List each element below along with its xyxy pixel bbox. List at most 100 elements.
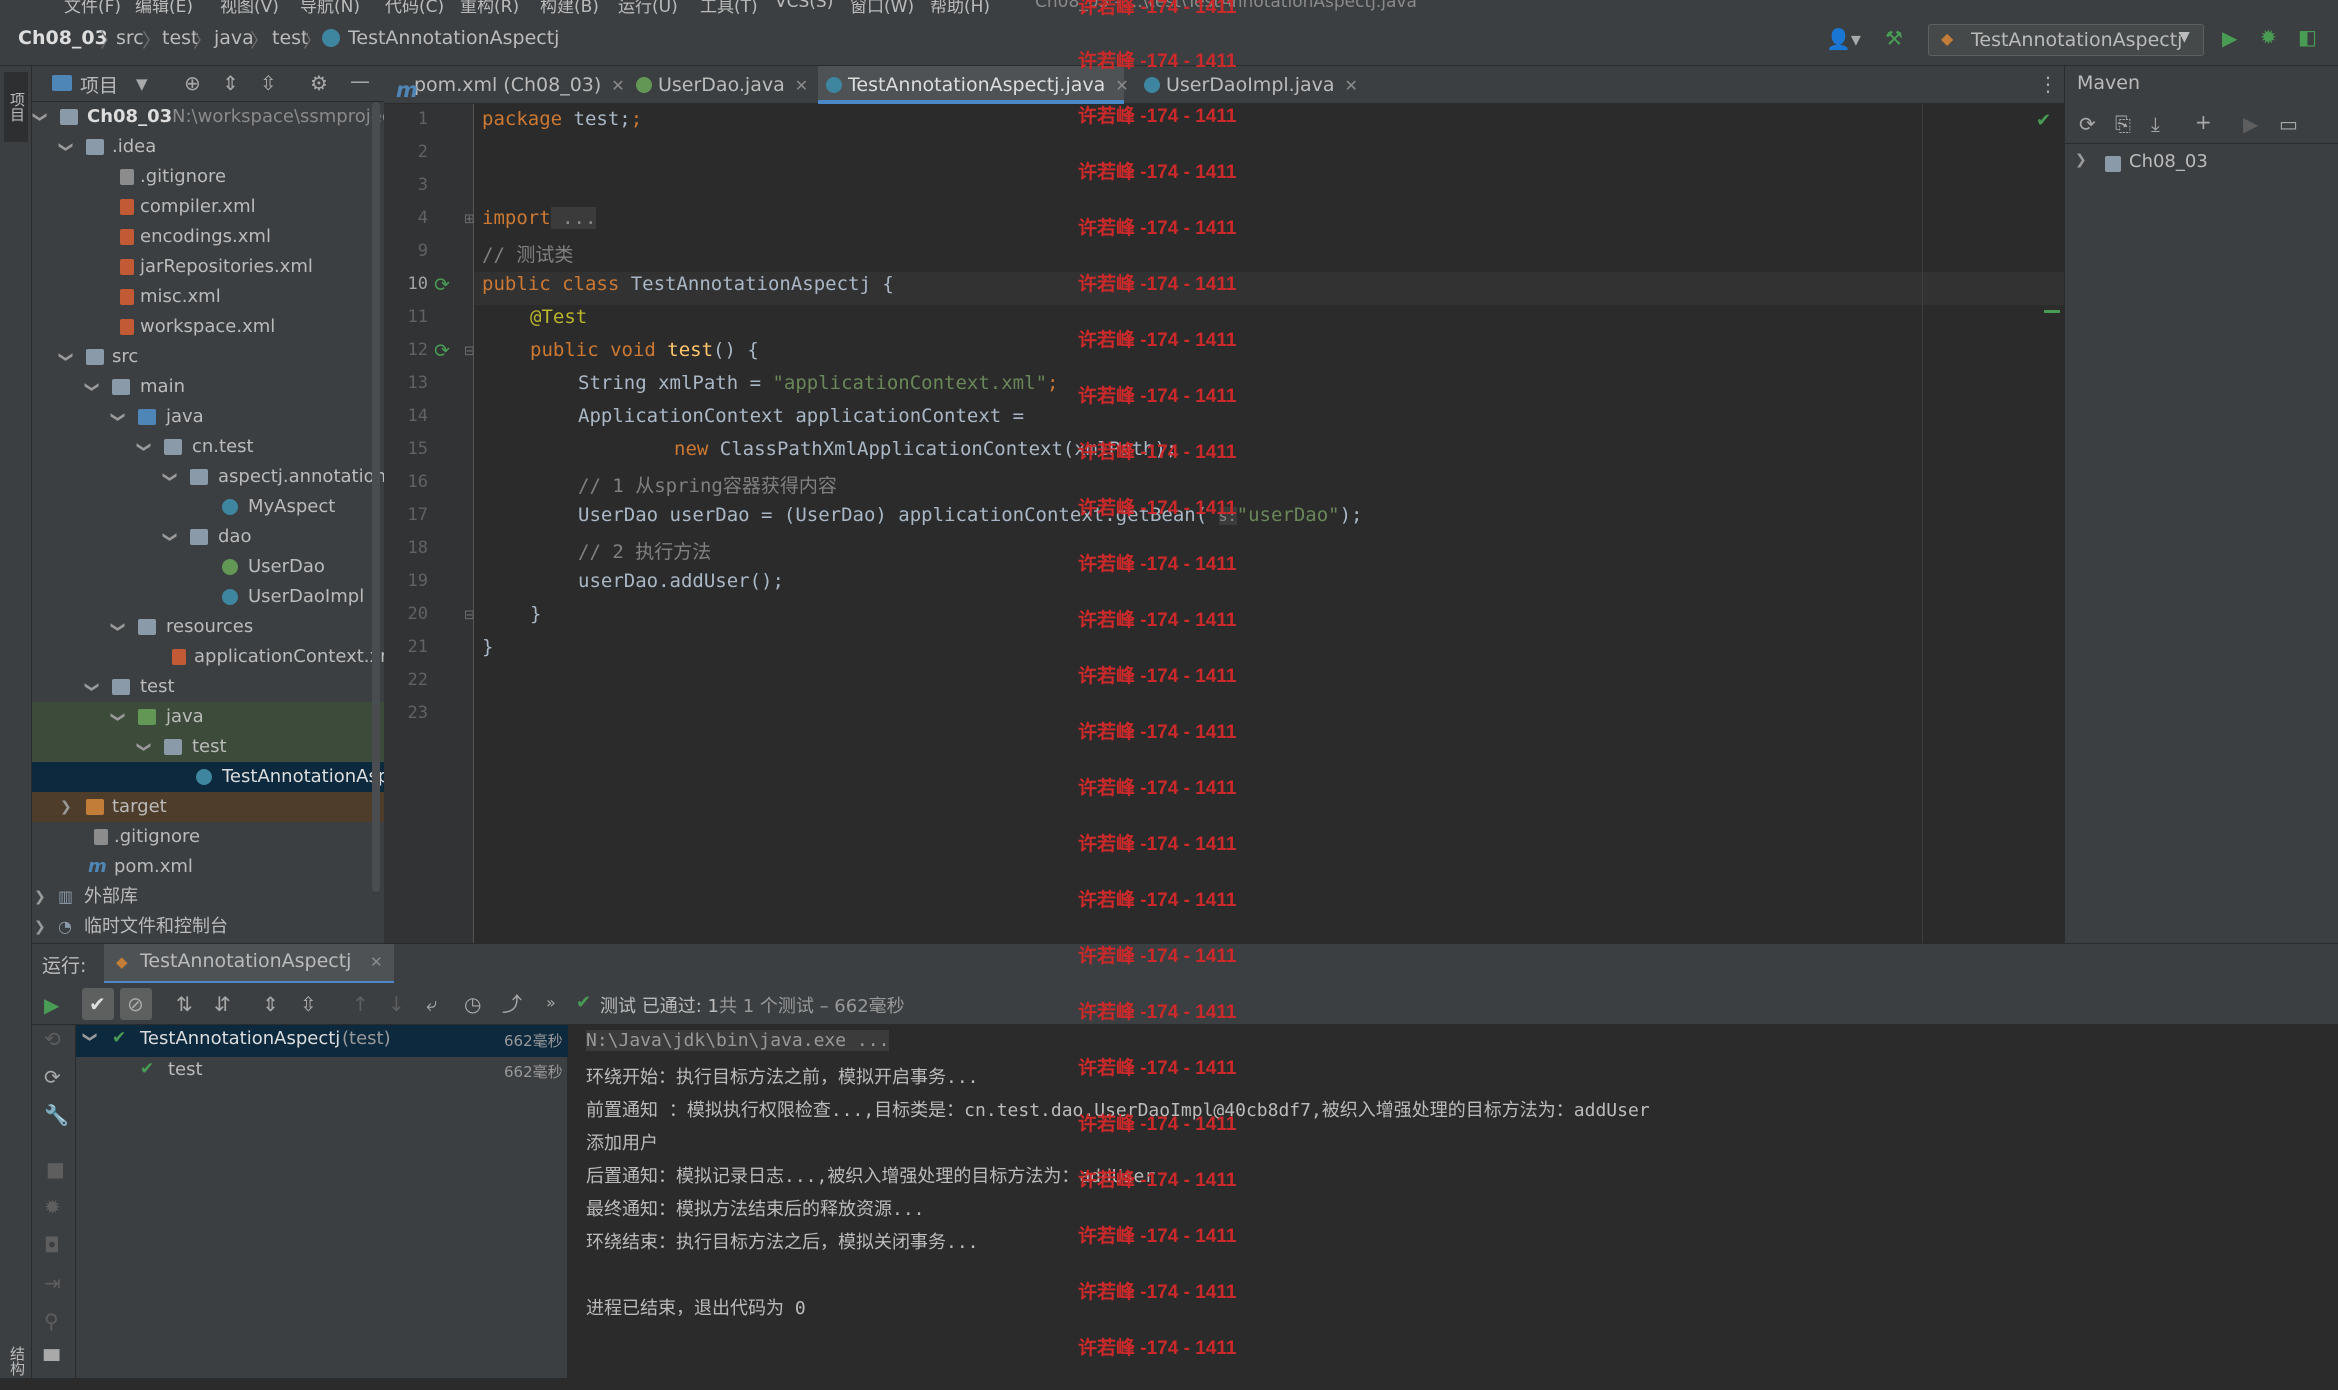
history-icon[interactable]: ◷	[464, 994, 481, 1014]
expand-all-icon[interactable]: ⇕	[262, 994, 279, 1014]
run-gutter-icon[interactable]: ⟳	[434, 274, 450, 296]
menu-edit[interactable]: 编辑(E)	[135, 0, 193, 14]
tree-node-file[interactable]: .gitignore	[32, 822, 384, 852]
project-scrollbar[interactable]	[372, 102, 380, 892]
close-icon[interactable]: ✕	[611, 76, 624, 95]
run-icon[interactable]: ▶	[2222, 28, 2237, 48]
tree-node-target[interactable]: ❯ target	[32, 792, 384, 822]
export-icon[interactable]: ⤴	[502, 994, 522, 1014]
breadcrumb-file[interactable]: TestAnnotationAspectj	[348, 27, 559, 49]
menu-view[interactable]: 视图(V)	[220, 0, 279, 14]
debug-bug-icon[interactable]: ✹	[44, 1197, 61, 1217]
menu-run[interactable]: 运行(U)	[618, 0, 678, 14]
import-tests-icon[interactable]: ⤶	[426, 994, 437, 1014]
menu-help[interactable]: 帮助(H)	[930, 0, 990, 14]
sort-duration-icon[interactable]: ⇵	[214, 994, 231, 1014]
menu-build[interactable]: 构建(B)	[540, 0, 599, 14]
sort-alpha-icon[interactable]: ⇅	[176, 994, 193, 1014]
stop-icon[interactable]: ■	[46, 1159, 65, 1179]
locate-icon[interactable]: ⊕	[184, 73, 201, 93]
minimize-icon[interactable]: —	[350, 71, 370, 91]
rerun-icon[interactable]: ▶	[44, 995, 59, 1015]
menu-vcs[interactable]: VCS(S)	[775, 0, 833, 12]
gear-icon[interactable]: ⚙	[310, 73, 328, 93]
exit-icon[interactable]: ⇥	[44, 1273, 61, 1293]
pin-icon[interactable]: ⚲	[44, 1311, 59, 1331]
run-tab[interactable]: ◆ TestAnnotationAspectj ✕	[104, 944, 394, 984]
tree-node-file[interactable]: workspace.xml	[32, 312, 384, 342]
coverage-icon[interactable]: ◧	[2298, 27, 2317, 47]
tree-node-file[interactable]: m pom.xml	[32, 852, 384, 882]
tab-userdao[interactable]: UserDao.java ✕	[628, 66, 808, 104]
tree-node-resources[interactable]: ❯ resources	[32, 612, 384, 642]
tree-node-file[interactable]: misc.xml	[32, 282, 384, 312]
close-icon[interactable]: ✕	[795, 76, 808, 95]
camera-icon[interactable]: ◘	[44, 1235, 60, 1255]
tree-node-interface[interactable]: UserDao	[32, 552, 384, 582]
tree-node-package[interactable]: ❯ test	[32, 732, 384, 762]
tree-node-src[interactable]: ❯ src	[32, 342, 384, 372]
tree-node-libraries[interactable]: ❯ ▥ 外部库	[32, 882, 384, 912]
reimport-icon[interactable]: ⎘	[2115, 114, 2131, 134]
project-tool-button[interactable]: 项目	[4, 72, 28, 142]
user-icon[interactable]: 👤▾	[1826, 29, 1861, 49]
build-hammer-icon[interactable]: ⚒	[1885, 28, 1903, 48]
tree-node-file[interactable]: encodings.xml	[32, 222, 384, 252]
expand-all-icon[interactable]: ⇕	[222, 73, 239, 93]
breadcrumb-src[interactable]: src	[116, 27, 144, 49]
test-row-method[interactable]: ✔ test 662毫秒	[76, 1057, 568, 1087]
tree-node-scratches[interactable]: ❯ ◔ 临时文件和控制台	[32, 912, 384, 942]
breadcrumb-java[interactable]: java	[214, 27, 254, 49]
maven-tree-node[interactable]: ❯ Ch08_03	[2065, 148, 2338, 180]
tree-node-package[interactable]: ❯ cn.test	[32, 432, 384, 462]
close-icon[interactable]: ✕	[1115, 76, 1128, 95]
collapse-all-icon[interactable]: ⇳	[300, 994, 317, 1014]
more-tabs-icon[interactable]: ⋮	[2038, 74, 2058, 94]
tree-node-file[interactable]: jarRepositories.xml	[32, 252, 384, 282]
test-row-class[interactable]: ❯ ✔ TestAnnotationAspectj (test) 662毫秒	[76, 1025, 568, 1057]
breadcrumb-project[interactable]: Ch08_03	[18, 27, 108, 49]
tree-node-package[interactable]: ❯ dao	[32, 522, 384, 552]
tree-node-file[interactable]: .gitignore	[32, 162, 384, 192]
menu-tools[interactable]: 工具(T)	[700, 0, 758, 14]
menu-window[interactable]: 窗口(W)	[850, 0, 914, 14]
toggle-auto-test-icon[interactable]: ⟳	[44, 1067, 61, 1087]
tree-node-file[interactable]: compiler.xml	[32, 192, 384, 222]
rerun-failed-icon[interactable]: ⟲	[44, 1029, 61, 1049]
collapse-all-icon[interactable]: ⇳	[260, 73, 277, 93]
close-icon[interactable]: ✕	[1345, 76, 1358, 95]
tree-node-test[interactable]: ❯ test	[32, 672, 384, 702]
layout-icon[interactable]: ▀	[44, 1351, 59, 1371]
menu-file[interactable]: 文件(F)	[64, 0, 121, 14]
chevron-down-icon[interactable]: ▼	[136, 74, 148, 94]
menu-code[interactable]: 代码(C)	[385, 0, 444, 14]
menu-navigate[interactable]: 导航(N)	[300, 0, 360, 14]
tree-node-java[interactable]: ❯ java	[32, 402, 384, 432]
tree-node-test-java[interactable]: ❯ java	[32, 702, 384, 732]
run-icon[interactable]: ▶	[2243, 114, 2258, 134]
console-output[interactable]: N:\Java\jdk\bin\java.exe ... 环绕开始：执行目标方法…	[568, 1025, 2338, 1378]
project-panel-title[interactable]: 项目	[80, 71, 118, 98]
tree-node-main[interactable]: ❯ main	[32, 372, 384, 402]
tree-node-class[interactable]: MyAspect	[32, 492, 384, 522]
show-passed-toggle[interactable]: ✔	[82, 988, 114, 1020]
structure-tool-button[interactable]: 结构	[4, 1346, 28, 1390]
tree-node-idea[interactable]: ❯ .idea	[32, 132, 384, 162]
tree-node-root[interactable]: ❯ Ch08_03 N:\workspace\ssmproject	[32, 102, 384, 132]
tree-node-class[interactable]: UserDaoImpl	[32, 582, 384, 612]
execute-goal-icon[interactable]: ▭	[2279, 114, 2298, 134]
run-config-select[interactable]: ◆ TestAnnotationAspectj ▼	[1928, 24, 2204, 56]
more-icon[interactable]: »	[546, 993, 556, 1013]
tree-node-package[interactable]: ❯ aspectj.annotation	[32, 462, 384, 492]
debug-bug-icon[interactable]: ✹	[2260, 27, 2277, 47]
menu-refactor[interactable]: 重构(R)	[460, 0, 519, 14]
arrow-down-icon[interactable]: ↓	[388, 994, 405, 1014]
download-icon[interactable]: ⤓	[2151, 114, 2160, 134]
run-gutter-icon[interactable]: ⟳	[434, 340, 450, 362]
tree-node-file[interactable]: applicationContext.xml	[32, 642, 384, 672]
close-icon[interactable]: ✕	[370, 953, 383, 971]
tab-pom-xml[interactable]: m pom.xml (Ch08_03) ✕	[384, 66, 628, 104]
wrench-icon[interactable]: 🔧	[44, 1105, 69, 1125]
arrow-up-icon[interactable]: ↑	[352, 994, 369, 1014]
tree-node-selected-class[interactable]: TestAnnotationAspectj	[32, 762, 384, 792]
